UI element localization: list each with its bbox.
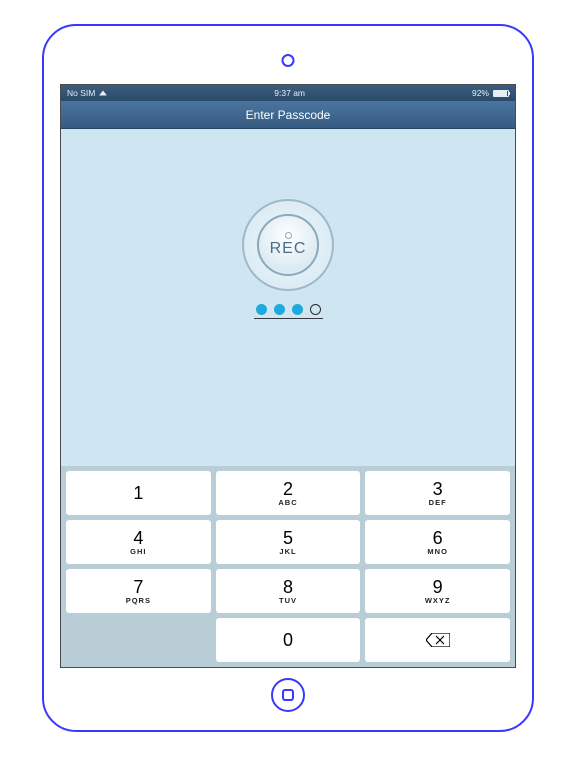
keypad-key-3[interactable]: 3DEF <box>365 471 510 515</box>
home-button[interactable] <box>271 678 305 712</box>
passcode-dot-1 <box>256 304 267 315</box>
passcode-dot-4 <box>310 304 321 315</box>
keypad-letters: GHI <box>130 548 146 556</box>
keypad-letters: TUV <box>279 597 297 605</box>
backspace-button[interactable] <box>365 618 510 662</box>
backspace-icon <box>426 633 450 647</box>
keypad-key-1[interactable]: 1 <box>66 471 211 515</box>
home-button-icon <box>282 689 294 701</box>
keypad-digit: 0 <box>283 631 293 649</box>
keypad-key-9[interactable]: 9WXYZ <box>365 569 510 613</box>
device-screen: No SIM 9:37 am 92% Enter Passcode RE <box>60 84 516 668</box>
keypad-letters: MNO <box>427 548 448 556</box>
carrier-label: No SIM <box>67 88 95 98</box>
numeric-keypad: 12ABC3DEF4GHI5JKL6MNO7PQRS8TUV9WXYZ0 <box>61 466 515 667</box>
rec-led-icon <box>285 232 292 239</box>
passcode-content: REC <box>61 129 515 466</box>
keypad-key-2[interactable]: 2ABC <box>216 471 361 515</box>
battery-percent: 92% <box>472 88 489 98</box>
wifi-icon <box>99 90 107 95</box>
keypad-digit: 6 <box>433 529 443 547</box>
keypad-digit: 8 <box>283 578 293 596</box>
nav-title: Enter Passcode <box>246 108 331 122</box>
keypad-blank <box>66 618 211 662</box>
status-bar: No SIM 9:37 am 92% <box>61 85 515 101</box>
keypad-digit: 3 <box>433 480 443 498</box>
keypad-letters: JKL <box>279 548 296 556</box>
keypad-key-6[interactable]: 6MNO <box>365 520 510 564</box>
camera-icon <box>282 54 295 67</box>
keypad-key-8[interactable]: 8TUV <box>216 569 361 613</box>
keypad-letters: DEF <box>429 499 447 507</box>
ipad-frame: No SIM 9:37 am 92% Enter Passcode RE <box>42 24 534 732</box>
nav-bar: Enter Passcode <box>61 101 515 129</box>
keypad-key-5[interactable]: 5JKL <box>216 520 361 564</box>
keypad-digit: 7 <box>133 578 143 596</box>
rec-label: REC <box>270 240 307 258</box>
keypad-key-0[interactable]: 0 <box>216 618 361 662</box>
rec-logo-outer: REC <box>242 199 334 291</box>
keypad-key-7[interactable]: 7PQRS <box>66 569 211 613</box>
keypad-letters: ABC <box>278 499 297 507</box>
rec-logo-inner: REC <box>257 214 319 276</box>
keypad-digit: 1 <box>133 484 143 502</box>
battery-icon <box>493 90 509 97</box>
keypad-digit: 4 <box>133 529 143 547</box>
passcode-dot-2 <box>274 304 285 315</box>
keypad-letters: PQRS <box>126 597 151 605</box>
keypad-key-4[interactable]: 4GHI <box>66 520 211 564</box>
passcode-dots <box>254 304 323 319</box>
keypad-letters: WXYZ <box>425 597 451 605</box>
keypad-digit: 2 <box>283 480 293 498</box>
keypad-digit: 9 <box>433 578 443 596</box>
keypad-digit: 5 <box>283 529 293 547</box>
status-time: 9:37 am <box>274 88 305 98</box>
passcode-dot-3 <box>292 304 303 315</box>
